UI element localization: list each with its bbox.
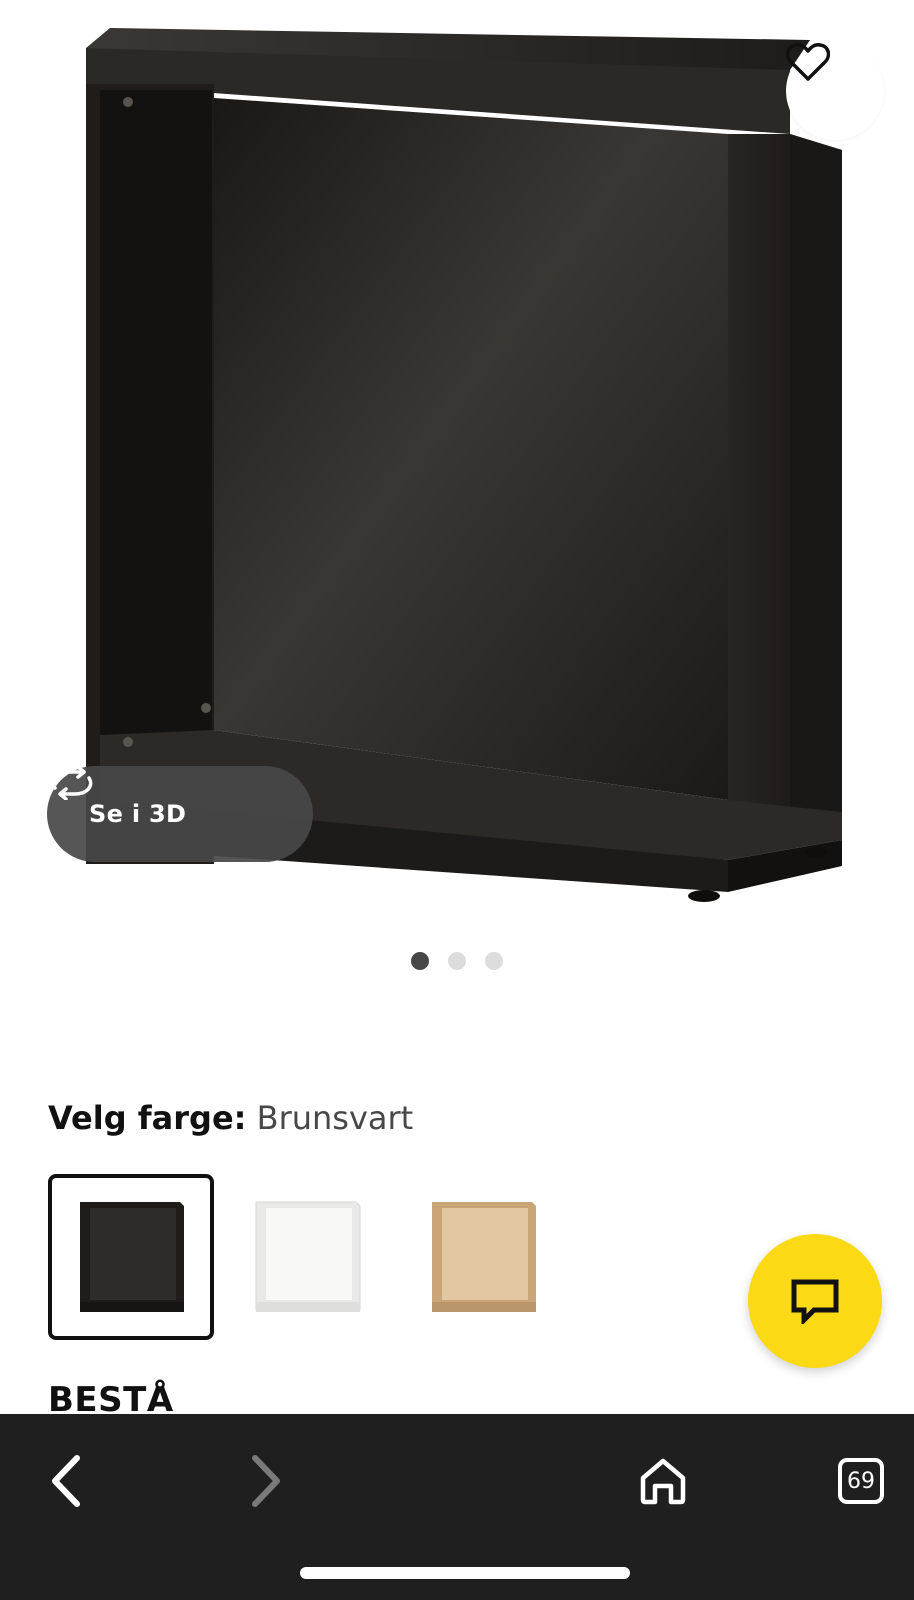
heart-icon [786, 43, 830, 81]
tab-count: 69 [847, 1468, 875, 1494]
chevron-right-icon [252, 1455, 280, 1507]
favorite-button[interactable] [786, 42, 884, 140]
forward-button[interactable] [220, 1436, 310, 1526]
view-in-3d-button[interactable]: Se i 3D [47, 766, 313, 862]
app-root: Se i 3D Velg farge: Brunsvart BESTÅ 69 [0, 0, 914, 1600]
back-button[interactable] [22, 1436, 112, 1526]
home-indicator[interactable] [300, 1567, 630, 1579]
carousel-dot-1[interactable] [411, 952, 429, 970]
swatch-thumbnail-white [255, 1201, 361, 1312]
image-carousel-dots [0, 952, 914, 970]
browser-toolbar: 69 [0, 1414, 914, 1600]
tabs-icon: 69 [838, 1458, 884, 1504]
product-image[interactable]: Se i 3D [0, 0, 914, 920]
color-swatch-white[interactable] [224, 1174, 390, 1340]
swatch-thumbnail-oak [432, 1202, 536, 1312]
selected-color-value: Brunsvart [256, 1099, 414, 1137]
color-label-key: Velg farge: [48, 1099, 247, 1137]
tabs-button[interactable]: 69 [816, 1436, 906, 1526]
rotate-3d-icon [51, 766, 93, 800]
carousel-dot-2[interactable] [448, 952, 466, 970]
chat-bubble-icon [791, 1279, 839, 1324]
color-swatch-brunsvart[interactable] [48, 1174, 214, 1340]
chevron-left-icon [52, 1455, 80, 1507]
home-icon [640, 1458, 686, 1505]
view-in-3d-label: Se i 3D [89, 800, 187, 828]
home-button[interactable] [618, 1436, 708, 1526]
color-swatches [48, 1174, 576, 1340]
color-swatch-oak[interactable] [400, 1174, 566, 1340]
chat-button[interactable] [748, 1234, 882, 1368]
color-picker-label: Velg farge: Brunsvart [48, 1096, 413, 1140]
carousel-dot-3[interactable] [485, 952, 503, 970]
swatch-thumbnail-dark [80, 1202, 184, 1312]
